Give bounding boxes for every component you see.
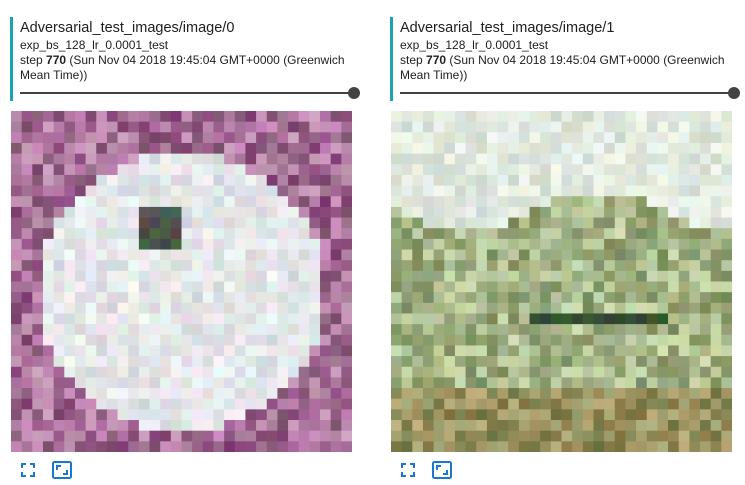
slider-thumb[interactable] [348, 87, 360, 99]
card-header: Adversarial_test_images/image/1 exp_bs_1… [390, 17, 740, 101]
step-prefix: step [400, 53, 427, 67]
fit-to-window-icon[interactable] [432, 460, 452, 480]
step-info: step 770 (Sun Nov 04 2018 19:45:04 GMT+0… [20, 53, 360, 83]
image-card: Adversarial_test_images/image/1 exp_bs_1… [390, 0, 740, 485]
image-card: Adversarial_test_images/image/0 exp_bs_1… [10, 0, 360, 485]
step-prefix: step [20, 53, 47, 67]
step-slider[interactable] [20, 86, 360, 100]
step-slider[interactable] [400, 86, 740, 100]
fullscreen-icon[interactable] [18, 460, 38, 480]
fit-to-window-icon[interactable] [52, 460, 72, 480]
card-title: Adversarial_test_images/image/1 [400, 20, 615, 36]
fullscreen-icon[interactable] [398, 460, 418, 480]
run-name: exp_bs_128_lr_0.0001_test [400, 38, 549, 52]
image-toolbar [18, 460, 72, 480]
card-header: Adversarial_test_images/image/0 exp_bs_1… [10, 17, 360, 101]
slider-thumb[interactable] [728, 87, 740, 99]
run-name: exp_bs_128_lr_0.0001_test [20, 38, 169, 52]
step-number: 770 [46, 53, 67, 67]
step-timestamp: (Sun Nov 04 2018 19:45:04 GMT+0000 (Gree… [400, 53, 725, 82]
step-timestamp: (Sun Nov 04 2018 19:45:04 GMT+0000 (Gree… [20, 53, 345, 82]
card-title: Adversarial_test_images/image/0 [20, 20, 235, 36]
image-toolbar [398, 460, 452, 480]
slider-track[interactable] [20, 92, 354, 94]
sample-image [11, 111, 352, 452]
sample-image [391, 111, 732, 452]
step-info: step 770 (Sun Nov 04 2018 19:45:04 GMT+0… [400, 53, 740, 83]
slider-track[interactable] [400, 92, 734, 94]
step-number: 770 [426, 53, 447, 67]
image-dashboard: Adversarial_test_images/image/0 exp_bs_1… [0, 0, 745, 485]
